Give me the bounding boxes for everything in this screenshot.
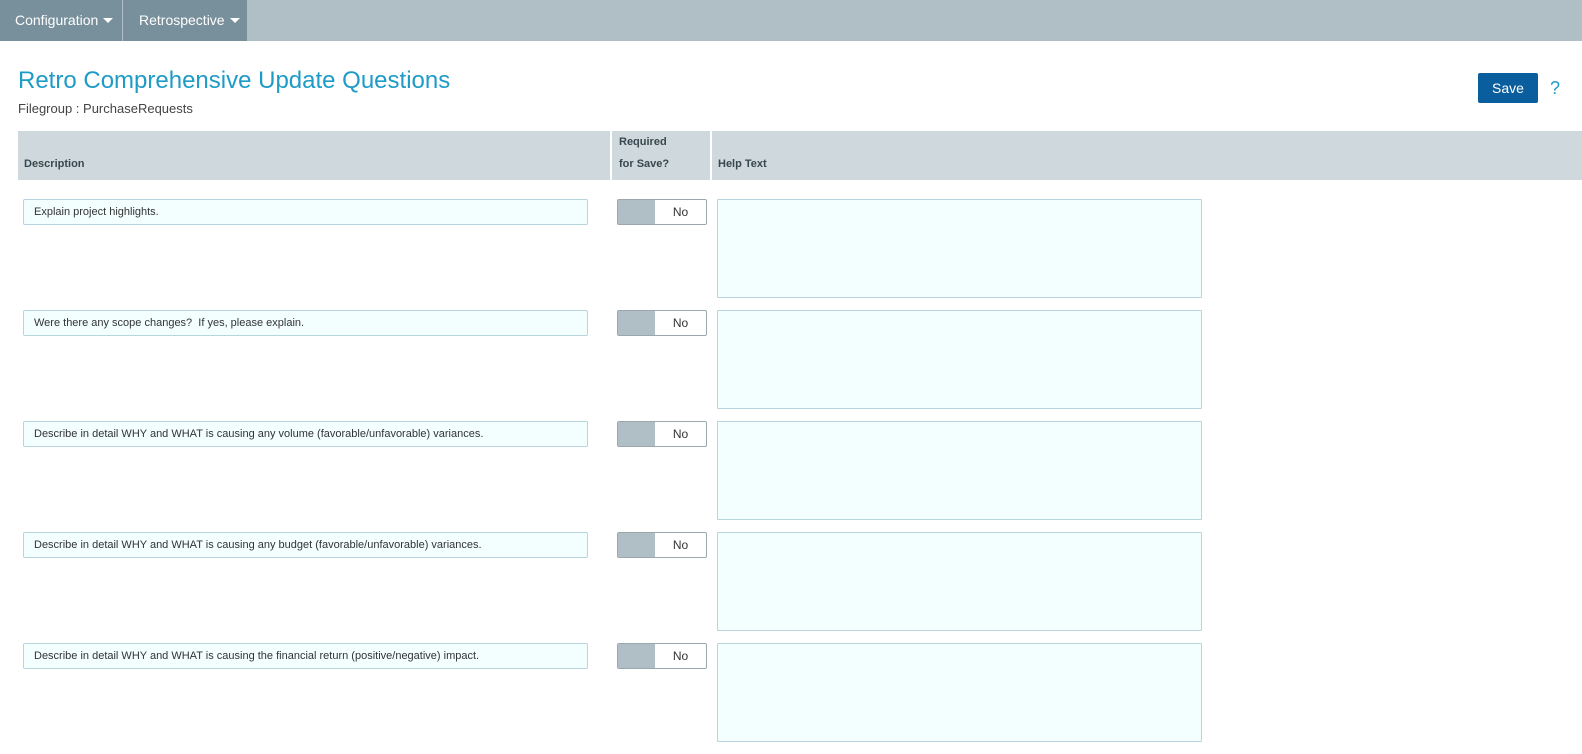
top-navigation-bar: Configuration Retrospective	[0, 0, 1582, 41]
toggle-state-label: No	[672, 316, 689, 330]
toggle-knob	[618, 533, 655, 557]
help-icon[interactable]: ?	[1550, 78, 1560, 99]
required-toggle[interactable]: No	[617, 421, 707, 447]
column-header-description: Description	[18, 131, 612, 180]
toggle-state-label: No	[672, 649, 689, 663]
help-text-area[interactable]	[717, 643, 1202, 742]
help-text-area[interactable]	[717, 199, 1202, 298]
toggle-knob	[618, 644, 655, 668]
save-button[interactable]: Save	[1478, 73, 1538, 103]
help-text-area[interactable]	[717, 532, 1202, 631]
column-header-required: Required for Save?	[612, 131, 712, 180]
chevron-down-icon	[229, 17, 240, 23]
help-text-area[interactable]	[717, 310, 1202, 409]
help-text-area[interactable]	[717, 421, 1202, 520]
table-row: No	[0, 310, 1582, 421]
table-row: No	[0, 199, 1582, 310]
filegroup-subtitle: Filegroup : PurchaseRequests	[18, 101, 193, 116]
description-input[interactable]	[23, 199, 588, 225]
required-toggle[interactable]: No	[617, 310, 707, 336]
chevron-down-icon	[103, 17, 114, 23]
required-toggle[interactable]: No	[617, 199, 707, 225]
table-header: Description Required for Save? Help Text	[18, 131, 1582, 180]
toggle-knob	[618, 311, 655, 335]
nav-menu-configuration[interactable]: Configuration	[0, 0, 122, 41]
page-title: Retro Comprehensive Update Questions	[18, 67, 451, 94]
column-header-help-text-label: Help Text	[718, 158, 767, 170]
table-row: No	[0, 643, 1582, 754]
required-toggle[interactable]: No	[617, 643, 707, 669]
description-input[interactable]	[23, 532, 588, 558]
toggle-knob	[618, 422, 655, 446]
column-header-description-label: Description	[24, 158, 85, 170]
table-row: No	[0, 532, 1582, 643]
description-input[interactable]	[23, 643, 588, 669]
toggle-knob	[618, 200, 655, 224]
toggle-state-label: No	[672, 427, 689, 441]
toggle-state-label: No	[672, 205, 689, 219]
table-row: No	[0, 421, 1582, 532]
nav-menu-retrospective-label: Retrospective	[139, 12, 225, 28]
nav-menu-configuration-label: Configuration	[15, 12, 99, 28]
nav-menu-retrospective[interactable]: Retrospective	[123, 0, 247, 41]
toggle-state-label: No	[672, 538, 689, 552]
description-input[interactable]	[23, 421, 588, 447]
column-header-help-text: Help Text	[712, 131, 1582, 180]
column-header-required-line2: for Save?	[619, 158, 670, 170]
column-header-required-line1: Required	[619, 136, 667, 148]
required-toggle[interactable]: No	[617, 532, 707, 558]
description-input[interactable]	[23, 310, 588, 336]
